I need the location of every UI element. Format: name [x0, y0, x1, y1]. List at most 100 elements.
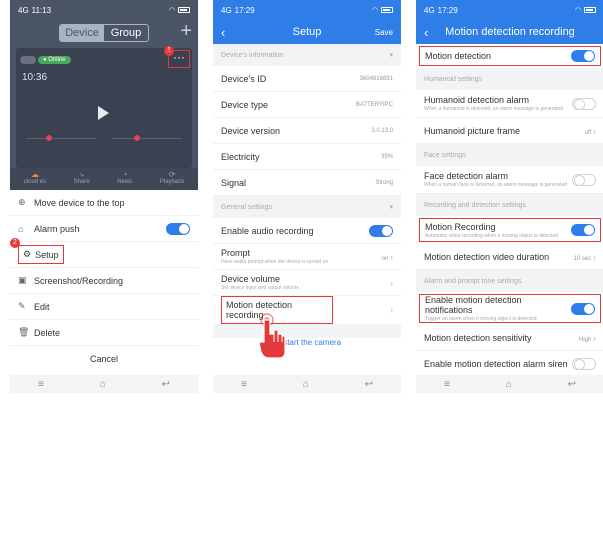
title-bar: ‹ Setup Save [213, 20, 401, 44]
motion-detection-toggle[interactable] [571, 50, 595, 62]
phone-motion-recording: 4G 17:29 ◠ ‹ Motion detection recording … [416, 0, 603, 393]
home-icon[interactable]: ⌂ [100, 379, 106, 390]
share-action[interactable]: ⤷ Share [74, 168, 90, 190]
row-prompt[interactable]: Prompt Have audio prompt when the device … [213, 244, 401, 270]
menu-delete[interactable]: 🗑 Delete [10, 320, 198, 346]
status-bar: 4G 17:29 ◠ [416, 0, 603, 20]
device-list-header: 4G 11:13 ◠ Device Group + ● Online 1 ···… [10, 0, 198, 180]
system-navbar: ≡ ⌂ ↩ [213, 375, 401, 393]
online-badge: ● Online [38, 56, 71, 64]
share-icon: ⤷ [79, 170, 84, 179]
row-sensitivity[interactable]: Motion detection sensitivity High › [416, 325, 603, 351]
battery-icon [584, 7, 596, 13]
section-face: Face settings [416, 144, 603, 166]
siren-toggle[interactable] [572, 357, 596, 370]
back-icon[interactable]: ↩ [162, 379, 170, 390]
wifi-icon: ◠ [168, 7, 175, 14]
tab-device[interactable]: Device [60, 25, 104, 41]
news-action[interactable]: ◔ News [117, 168, 132, 190]
chevron-right-icon: › [390, 305, 393, 315]
add-device-icon[interactable]: + [180, 20, 192, 42]
status-time: 17:29 [234, 5, 255, 15]
signal-indicator: 4G [424, 5, 435, 15]
pencil-icon: ✎ [18, 301, 26, 311]
face-alarm-toggle[interactable] [572, 173, 596, 186]
menu-alarm-push: ⌂ Alarm push [10, 216, 198, 242]
battery-icon [381, 7, 393, 13]
section-general: General settings ▾ [213, 196, 401, 218]
cancel-button[interactable]: Cancel [10, 354, 198, 364]
phone-setup: 4G 17:29 ◠ ‹ Setup Save Device's informa… [213, 0, 401, 393]
back-icon[interactable]: ↩ [568, 379, 576, 390]
alarm-push-toggle[interactable] [166, 222, 190, 235]
row-device-volume[interactable]: Device volume Set device input and output… [213, 270, 401, 296]
step-badge-2: 2 [10, 238, 20, 248]
timeline-dot [46, 135, 52, 141]
system-navbar: ≡ ⌂ ↩ [10, 375, 198, 393]
system-navbar: ≡ ⌂ ↩ [416, 375, 603, 393]
spacer [213, 324, 401, 338]
setup-header: 4G 17:29 ◠ ‹ Setup Save [213, 0, 401, 44]
page-title: Setup [292, 26, 322, 38]
restart-camera-button[interactable]: Restart the camera [213, 338, 401, 347]
title-bar: ‹ Motion detection recording [416, 20, 603, 44]
menu-icon[interactable]: ≡ [444, 379, 450, 390]
row-signal: Signal Strong [213, 170, 401, 196]
image-icon: ▣ [18, 275, 27, 285]
more-options-icon[interactable]: ··· [168, 50, 190, 68]
menu-icon[interactable]: ≡ [38, 379, 44, 390]
humanoid-alarm-toggle[interactable] [572, 97, 596, 110]
row-audio-recording: Enable audio recording [213, 218, 401, 244]
wifi-icon: ◠ [371, 7, 378, 14]
row-device-id: Device's ID 3604816891 [213, 66, 401, 92]
tab-group[interactable]: Group [104, 25, 148, 41]
menu-move-top[interactable]: ⊕ Move device to the top [10, 190, 198, 216]
home-icon[interactable]: ⌂ [506, 379, 512, 390]
chevron-down-icon: ▾ [389, 204, 393, 211]
phone-device-list: 4G 11:13 ◠ Device Group + ● Online 1 ···… [10, 0, 198, 393]
back-arrow-icon[interactable]: ‹ [424, 25, 428, 40]
section-recording: Recording and detection settings [416, 194, 603, 216]
back-icon[interactable]: ↩ [365, 379, 373, 390]
timeline-dot [134, 135, 140, 141]
back-arrow-icon[interactable]: ‹ [221, 25, 225, 40]
audio-recording-toggle[interactable] [369, 224, 393, 237]
camera-card[interactable]: ● Online 1 ··· 10:36 [16, 46, 192, 168]
menu-edit[interactable]: ✎ Edit [10, 294, 198, 320]
signal-indicator: 4G [221, 5, 232, 15]
menu-screenshot[interactable]: ▣ Screenshot/Recording [10, 268, 198, 294]
menu-icon[interactable]: ≡ [241, 379, 247, 390]
notifications-toggle[interactable] [571, 302, 595, 315]
play-icon[interactable] [98, 106, 109, 120]
chevron-down-icon: ▾ [389, 52, 393, 59]
status-bar: 4G 17:29 ◠ [213, 0, 401, 20]
timeline-right [112, 138, 182, 139]
motion-recording-toggle[interactable] [571, 224, 595, 236]
status-time: 17:29 [437, 5, 458, 15]
device-name-pill [20, 56, 36, 64]
arrow-up-circle-icon: ⊕ [18, 197, 26, 207]
pointing-hand-icon [258, 313, 286, 359]
save-button[interactable]: Save [375, 28, 393, 37]
row-humanoid-frame[interactable]: Humanoid picture frame off › [416, 118, 603, 144]
options-sheet: ⊕ Move device to the top ⌂ Alarm push 2 ⚙… [10, 190, 198, 346]
trash-icon: 🗑 [18, 327, 30, 337]
cloud-icon: ☁ [30, 170, 39, 179]
signal-indicator: 4G [18, 5, 29, 15]
playback-action[interactable]: ⟳ Playback [160, 168, 184, 190]
row-motion-recording: Motion detection recording › [213, 296, 401, 324]
battery-icon [178, 7, 190, 13]
menu-setup[interactable]: ⚙ Setup [18, 245, 64, 264]
row-motion-detection: Motion detection [419, 46, 601, 66]
page-title: Motion detection recording [445, 26, 575, 38]
cloud-action[interactable]: ☁ cloud es [24, 168, 46, 190]
row-video-duration[interactable]: Motion detection video duration 10 sec › [416, 244, 603, 270]
row-device-type: Device type BATTERYIPC [213, 92, 401, 118]
section-humanoid: Humanoid settings [416, 68, 603, 90]
row-alarm-siren: Enable motion detection alarm siren [416, 351, 603, 377]
section-device-info: Device's information ▾ [213, 44, 401, 66]
row-motion-recording: Motion Recording Automatic video recordin… [419, 218, 601, 242]
playback-icon: ⟳ [168, 170, 176, 179]
home-icon[interactable]: ⌂ [303, 379, 309, 390]
wifi-icon: ◠ [574, 7, 581, 14]
